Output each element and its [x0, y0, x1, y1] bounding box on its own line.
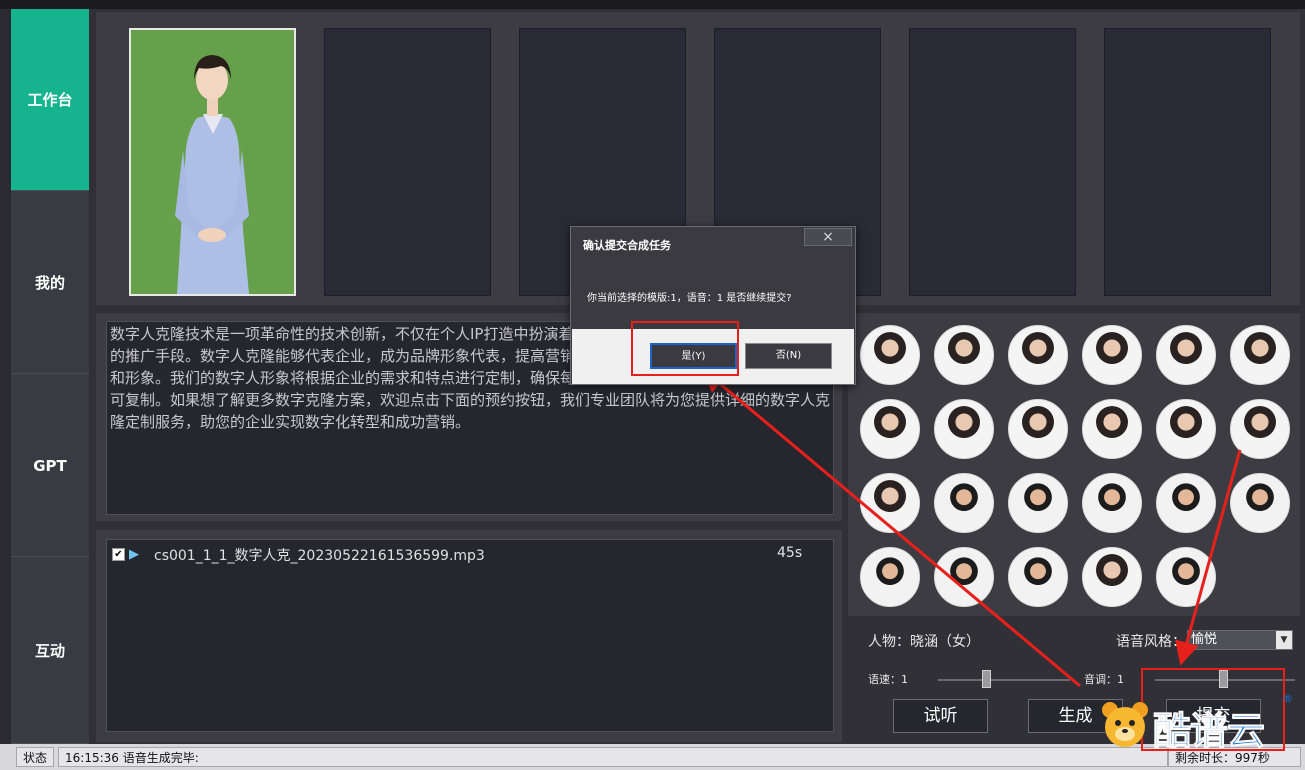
- registered-mark: ®: [1282, 692, 1293, 705]
- close-icon: ×: [822, 229, 834, 245]
- dialog-title: 确认提交合成任务: [583, 239, 671, 252]
- watermark-text: 酷谱云: [1152, 709, 1265, 754]
- dialog-message: 你当前选择的模版:1，语音：1 是否继续提交?: [587, 293, 792, 304]
- close-button[interactable]: ×: [804, 228, 852, 246]
- bear-mascot-icon: [1102, 702, 1148, 747]
- no-button[interactable]: 否(N): [745, 343, 832, 369]
- annotation-highlight-yes: [631, 321, 739, 376]
- annotation-arrows: [701, 368, 1242, 688]
- watermark-logo: 酷谱云 ®: [1100, 692, 1300, 754]
- annotation-arrow: [1175, 449, 1242, 666]
- annotation-arrow: [701, 368, 1081, 688]
- app-window: 工作台 我的 GPT 互动 数字人克隆技术是一项革命性的技术创新，不仅在个人IP…: [0, 0, 1305, 770]
